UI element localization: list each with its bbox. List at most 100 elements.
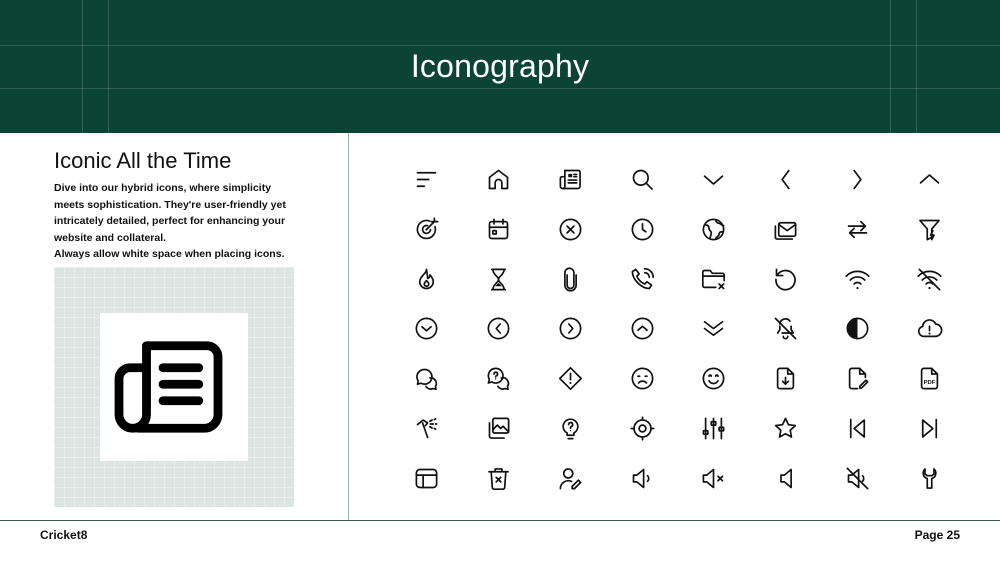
- file-edit-icon: [848, 367, 869, 390]
- icon-cell: [535, 354, 607, 404]
- close-circle-icon: [559, 218, 582, 241]
- contrast-icon: [846, 318, 869, 340]
- icon-cell: [391, 155, 463, 205]
- sliders-icon: [702, 417, 725, 440]
- icon-cell: [750, 254, 822, 304]
- folder-remove-icon: [702, 269, 726, 290]
- icon-cell: [750, 205, 822, 255]
- icon-cell: [822, 404, 894, 454]
- icon-cell: [463, 354, 535, 404]
- icon-cell: [606, 453, 678, 503]
- icon-cell: [606, 205, 678, 255]
- phone-ringing-icon: [631, 267, 654, 290]
- chevron-up-circle-icon: [631, 318, 654, 340]
- user-edit-icon: [559, 467, 582, 490]
- paperclip-icon: [563, 267, 577, 292]
- icon-cell: [678, 205, 750, 255]
- section-body: Dive into our hybrid icons, where simpli…: [54, 180, 304, 263]
- globe-icon: [702, 218, 725, 241]
- icon-cell: [750, 155, 822, 205]
- skip-back-icon: [849, 418, 865, 439]
- icon-preview-panel: [54, 267, 294, 507]
- swap-arrows-icon: [847, 220, 868, 239]
- icon-cell: [822, 155, 894, 205]
- wifi-icon: [845, 270, 870, 289]
- icon-cell: [678, 155, 750, 205]
- icon-cell: [463, 304, 535, 354]
- icon-cell: [822, 354, 894, 404]
- layout-window-icon: [415, 468, 438, 488]
- icon-cell: [391, 205, 463, 255]
- chevron-up-icon: [919, 174, 939, 185]
- icon-cell: [606, 155, 678, 205]
- icon-cell: [391, 453, 463, 503]
- icon-cell: [391, 404, 463, 454]
- cloud-alert-icon: [917, 319, 943, 338]
- icon-cell: [750, 354, 822, 404]
- pdf-label: PDF: [923, 380, 935, 386]
- chevron-down-circle-icon: [415, 318, 438, 340]
- brand-name: Cricket8: [40, 528, 88, 542]
- chevron-left-circle-icon: [487, 318, 510, 340]
- speaker-icon: [632, 468, 650, 488]
- section-description: Dive into our hybrid icons, where simpli…: [54, 182, 286, 244]
- trash-x-icon: [488, 467, 510, 490]
- icon-cell: [391, 304, 463, 354]
- grid-line: [0, 45, 1000, 46]
- icon-cell: [678, 404, 750, 454]
- skip-forward-icon: [921, 418, 937, 439]
- chevron-down-icon: [704, 175, 724, 186]
- smile-face-icon: [702, 367, 725, 390]
- image-gallery-icon: [488, 417, 510, 439]
- icon-cell: [678, 453, 750, 503]
- chevron-right-circle-icon: [559, 318, 582, 340]
- clock-icon: [631, 218, 654, 241]
- icon-cell: [893, 304, 965, 354]
- hourglass-icon: [491, 268, 507, 291]
- icon-cell: [750, 404, 822, 454]
- icon-cell: [463, 254, 535, 304]
- icon-cell: [535, 155, 607, 205]
- wrench-icon: [921, 467, 937, 489]
- icon-cell: [391, 254, 463, 304]
- wifi-off-icon: [917, 268, 942, 291]
- icon-grid: PDF: [391, 155, 965, 503]
- search-icon: [632, 170, 653, 191]
- help-chat-icon: [487, 367, 510, 391]
- icon-cell: [606, 254, 678, 304]
- bell-off-icon: [774, 318, 797, 340]
- target-icon: [416, 217, 439, 240]
- flame-icon: [419, 268, 435, 290]
- icon-cell: [893, 404, 965, 454]
- section-heading: Iconic All the Time: [54, 148, 232, 173]
- icon-cell: [822, 453, 894, 503]
- icon-cell: [535, 453, 607, 503]
- icon-cell: [606, 354, 678, 404]
- page-title: Iconography: [410, 48, 590, 84]
- icon-cell: [678, 354, 750, 404]
- icon-cell: [750, 304, 822, 354]
- file-download-icon: [776, 367, 795, 390]
- speaker-low-icon: [780, 468, 793, 488]
- chevron-right-icon: [853, 170, 862, 190]
- icon-cell: [822, 254, 894, 304]
- icon-cell: [750, 453, 822, 503]
- column-divider: [348, 133, 349, 521]
- icon-cell: [606, 404, 678, 454]
- calendar-icon: [488, 218, 509, 240]
- chat-bubbles-icon: [416, 368, 438, 391]
- refresh-icon: [775, 268, 797, 291]
- footer-divider: [0, 520, 1000, 521]
- alert-diamond-icon: [558, 367, 582, 391]
- icon-cell: [463, 404, 535, 454]
- icon-cell: [893, 155, 965, 205]
- header-banner: Iconography: [0, 0, 1000, 133]
- crosshair-icon: [630, 416, 655, 441]
- chevron-left-icon: [781, 170, 790, 190]
- page-number: Page 25: [914, 528, 960, 542]
- star-icon: [774, 417, 797, 438]
- icon-cell: [535, 404, 607, 454]
- chevrons-down-icon: [704, 321, 724, 337]
- icon-cell: [535, 205, 607, 255]
- icon-cell: [893, 254, 965, 304]
